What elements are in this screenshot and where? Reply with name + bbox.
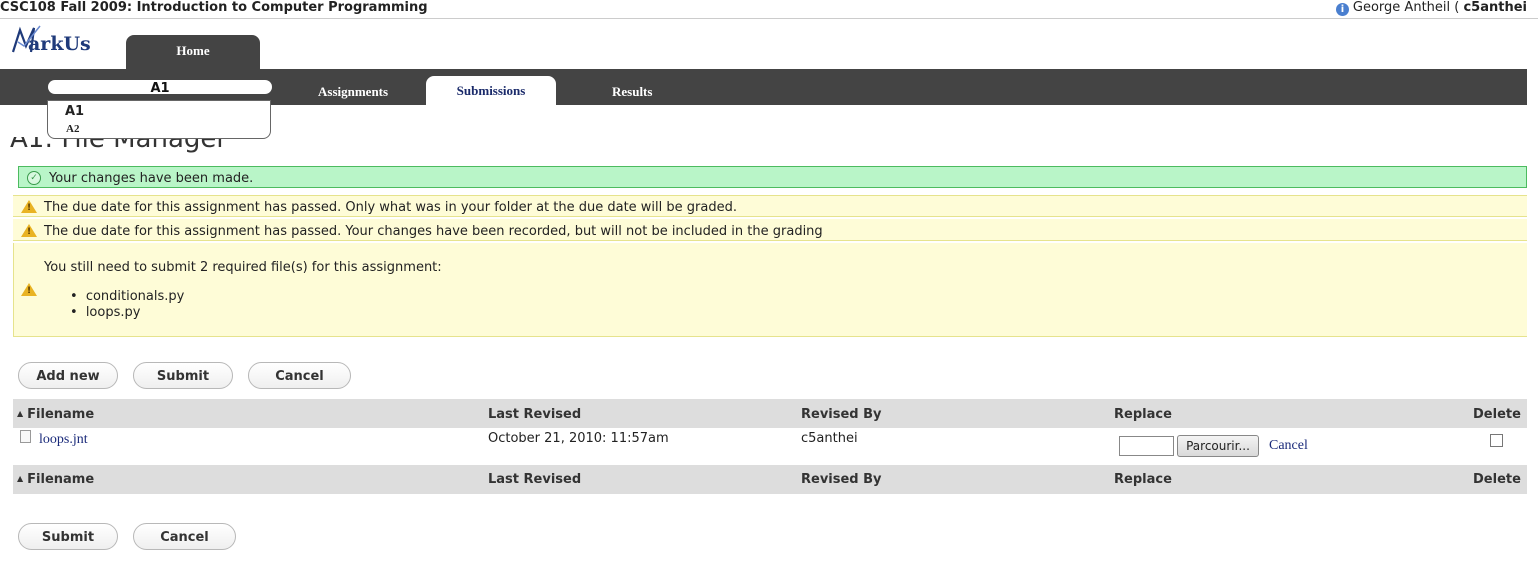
tab-submissions[interactable]: Submissions xyxy=(426,76,556,106)
sort-arrow-icon: ▲ xyxy=(17,474,24,483)
table-header xyxy=(13,399,1527,428)
column-revised-by[interactable]: Revised By xyxy=(801,407,882,422)
sort-arrow-icon: ▲ xyxy=(17,409,24,418)
list-item: • conditionals.py xyxy=(70,289,185,304)
logo-text: arkUs xyxy=(28,33,91,55)
last-revised-cell: October 21, 2010: 11:57am xyxy=(488,431,669,446)
required-files-intro: You still need to submit 2 required file… xyxy=(44,260,442,275)
cancel-button[interactable]: Cancel xyxy=(248,362,351,389)
footer-column-delete: Delete xyxy=(1473,472,1521,487)
course-title: CSC108 Fall 2009: Introduction to Comput… xyxy=(0,0,428,15)
assignment-selector[interactable]: A1 xyxy=(48,80,272,96)
revised-by-cell: c5anthei xyxy=(801,431,858,446)
info-icon: i xyxy=(1335,3,1349,16)
tab-home[interactable]: Home xyxy=(126,35,260,69)
file-icon xyxy=(20,430,31,443)
success-message: Your changes have been made. xyxy=(49,171,254,186)
warning-notice-required-files xyxy=(13,243,1527,337)
assignment-option-a2[interactable]: A2 xyxy=(66,123,79,135)
user-info: i George Antheil ( c5anthei xyxy=(1335,0,1527,16)
add-new-button[interactable]: Add new xyxy=(18,362,118,389)
assignment-option-a1[interactable]: A1 xyxy=(65,104,84,119)
footer-column-revised-by[interactable]: Revised By xyxy=(801,472,882,487)
replace-file-input[interactable] xyxy=(1119,436,1174,456)
warning-message-recorded: The due date for this assignment has pas… xyxy=(44,224,823,239)
footer-column-filename[interactable]: ▲ Filename xyxy=(17,472,94,487)
cancel-button-bottom[interactable]: Cancel xyxy=(133,523,236,550)
column-filename[interactable]: ▲ Filename xyxy=(17,407,94,422)
column-last-revised[interactable]: Last Revised xyxy=(488,407,581,422)
warning-message-due-date: The due date for this assignment has pas… xyxy=(44,200,737,215)
replace-cancel-link[interactable]: Cancel xyxy=(1269,438,1308,454)
user-name: George Antheil ( xyxy=(1352,0,1460,15)
list-item: • loops.py xyxy=(70,305,141,320)
table-footer xyxy=(13,465,1527,494)
delete-checkbox[interactable] xyxy=(1490,434,1503,447)
user-id: c5anthei xyxy=(1463,0,1527,15)
required-files-list: • conditionals.py • loops.py xyxy=(70,289,184,321)
column-replace: Replace xyxy=(1114,407,1172,422)
footer-column-last-revised[interactable]: Last Revised xyxy=(488,472,581,487)
column-delete: Delete xyxy=(1473,407,1521,422)
submit-button[interactable]: Submit xyxy=(133,362,233,389)
check-icon: ✓ xyxy=(27,171,41,185)
submit-button-bottom[interactable]: Submit xyxy=(18,523,118,550)
footer-column-replace: Replace xyxy=(1114,472,1172,487)
browse-button[interactable]: Parcourir... xyxy=(1177,435,1259,457)
tab-assignments[interactable]: Assignments xyxy=(318,84,388,100)
tab-results[interactable]: Results xyxy=(612,84,652,100)
file-link[interactable]: loops.jnt xyxy=(39,432,88,448)
